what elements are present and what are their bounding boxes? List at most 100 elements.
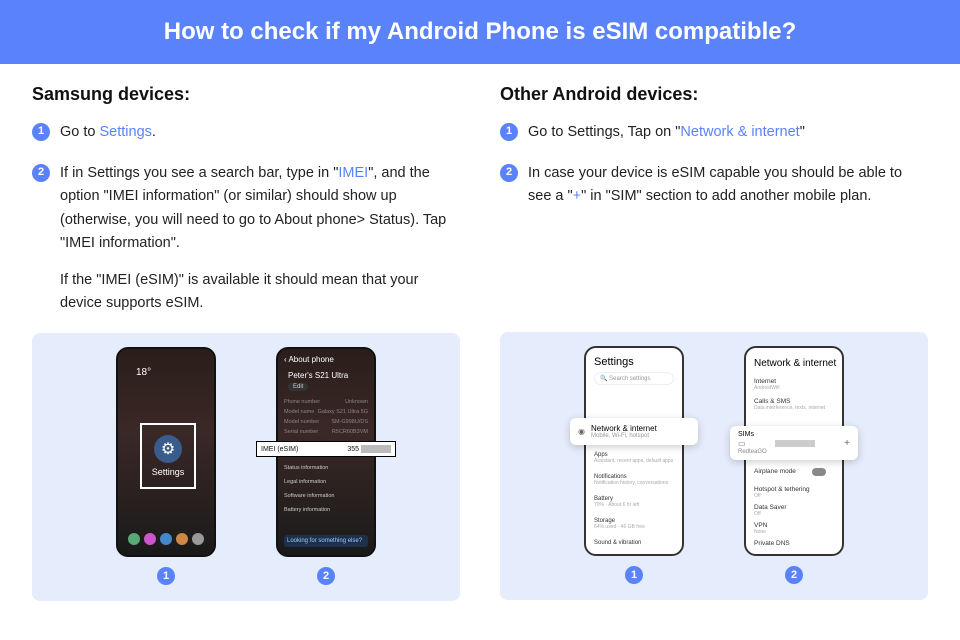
label: Serial number	[284, 429, 318, 435]
settings-label: Settings	[152, 467, 185, 477]
sub: 70% · About 6 hr left	[594, 502, 674, 508]
step-text: If in Settings you see a search bar, typ…	[60, 162, 460, 315]
row: Private DNS	[754, 540, 790, 547]
samsung-screenshots: 18° Settings 1 ‹ About phone Peter's S21…	[32, 333, 460, 601]
network-link[interactable]: Network & internet	[680, 124, 799, 140]
text: If in Settings you see a search bar, typ…	[60, 165, 338, 181]
row: Sound & vibration	[594, 540, 641, 546]
text: "	[800, 124, 805, 140]
samsung-column: Samsung devices: 1 Go to Settings. 2 If …	[32, 84, 460, 601]
gear-icon	[154, 435, 182, 463]
network-card: Network & internetMobile, Wi-Fi, hotspot	[570, 418, 698, 445]
imei-link[interactable]: IMEI	[338, 165, 368, 181]
samsung-heading: Samsung devices:	[32, 84, 460, 105]
sub: 64% used · 46 GB free	[594, 524, 674, 530]
shot-badge: 1	[157, 567, 175, 585]
row: Status information	[284, 465, 328, 471]
imei-prefix: 355	[347, 446, 359, 453]
sub: Notification history, conversations	[594, 480, 674, 486]
plus-icon: +	[844, 438, 850, 449]
search-bar: 🔍 Search settings	[594, 372, 674, 385]
step-text: In case your device is eSIM capable you …	[528, 162, 928, 208]
row: Data Saver	[754, 504, 787, 511]
value: Galaxy S21 Ultra 5G	[318, 409, 368, 415]
main-content: Samsung devices: 1 Go to Settings. 2 If …	[0, 64, 960, 601]
row: Internet	[754, 378, 776, 385]
phone-mockup: ‹ About phone Peter's S21 Ultra Edit Pho…	[276, 347, 376, 557]
row: Hotspot & tethering	[754, 486, 810, 493]
sim-icon	[738, 439, 746, 448]
shot-badge: 2	[317, 567, 335, 585]
step-text: Go to Settings, Tap on "Network & intern…	[528, 121, 928, 144]
row: Storage	[594, 518, 615, 524]
page-title: How to check if my Android Phone is eSIM…	[0, 0, 960, 64]
row: Software information	[284, 493, 334, 499]
imei-label: IMEI (eSIM)	[261, 446, 298, 453]
samsung-step-1: 1 Go to Settings.	[32, 121, 460, 144]
shot-badge: 2	[785, 566, 803, 584]
text: " in "SIM" section to add another mobile…	[581, 188, 871, 204]
row: Notifications	[594, 474, 627, 480]
edit-button: Edit	[288, 383, 308, 391]
row: Legal information	[284, 479, 326, 485]
settings-link[interactable]: Settings	[100, 124, 152, 140]
sim-card: SIMs + RedteaGO	[730, 426, 858, 460]
other-step-2: 2 In case your device is eSIM capable yo…	[500, 162, 928, 208]
label: Model number	[284, 419, 319, 425]
row: Battery	[594, 496, 613, 502]
row: Airplane mode	[754, 468, 796, 475]
sub: Off	[754, 493, 834, 499]
shot-badge: 1	[625, 566, 643, 584]
other-shot-1: Settings 🔍 Search settings Network & int…	[584, 346, 684, 584]
row: Calls & SMS	[754, 398, 790, 405]
settings-highlight: Settings	[140, 423, 196, 489]
weather-widget: 18°	[136, 367, 151, 378]
network-title: Network & internet	[754, 358, 836, 369]
sim-masked	[775, 440, 815, 447]
other-screenshots: Settings 🔍 Search settings Network & int…	[500, 332, 928, 600]
samsung-shot-1: 18° Settings 1	[116, 347, 216, 585]
other-heading: Other Android devices:	[500, 84, 928, 105]
step-badge-1: 1	[32, 123, 50, 141]
other-column: Other Android devices: 1 Go to Settings,…	[500, 84, 928, 601]
samsung-step-2: 2 If in Settings you see a search bar, t…	[32, 162, 460, 315]
row: Apps	[594, 452, 608, 458]
imei-esim-row: IMEI (eSIM) 355	[256, 441, 396, 457]
plus-link[interactable]: +	[573, 188, 581, 204]
phone-mockup: 18° Settings	[116, 347, 216, 557]
samsung-shot-2: ‹ About phone Peter's S21 Ultra Edit Pho…	[276, 347, 376, 585]
tip-card: Looking for something else?	[284, 535, 368, 547]
sub: Data interference, texts, internet	[754, 405, 834, 411]
phone-mockup: Network & internet InternetAndroidWifi C…	[744, 346, 844, 556]
net-sub: Mobile, Wi-Fi, hotspot	[591, 433, 657, 439]
sub: Assistant, recent apps, default apps	[594, 458, 674, 464]
sub: Off	[754, 511, 834, 517]
sim-label: SIMs	[738, 431, 850, 438]
search-placeholder: Search settings	[609, 376, 650, 382]
phone-mockup: Settings 🔍 Search settings Network & int…	[584, 346, 684, 556]
settings-title: Settings	[594, 356, 634, 368]
step-text: Go to Settings.	[60, 121, 460, 144]
imei-masked	[361, 445, 391, 453]
sub: None	[754, 529, 834, 535]
value: R5CR60B3VM	[332, 429, 368, 435]
text: .	[152, 124, 156, 140]
sim-carrier: RedteaGO	[738, 449, 850, 455]
about-phone-header: ‹ About phone	[284, 355, 334, 364]
sub: AndroidWifi	[754, 385, 834, 391]
other-shot-2: Network & internet InternetAndroidWifi C…	[744, 346, 844, 584]
net-label: Network & internet	[591, 424, 657, 433]
wifi-icon	[578, 427, 585, 436]
text: Go to Settings, Tap on "	[528, 124, 680, 140]
row: Battery information	[284, 507, 330, 513]
step-extra-text: If the "IMEI (eSIM)" is available it sho…	[60, 269, 460, 315]
text: Go to	[60, 124, 100, 140]
app-dock	[126, 533, 206, 549]
step-badge-2: 2	[500, 164, 518, 182]
toggle-icon	[812, 468, 826, 476]
other-step-1: 1 Go to Settings, Tap on "Network & inte…	[500, 121, 928, 144]
value: Unknown	[345, 399, 368, 405]
row: VPN	[754, 522, 767, 529]
step-badge-2: 2	[32, 164, 50, 182]
label: Phone number	[284, 399, 320, 405]
